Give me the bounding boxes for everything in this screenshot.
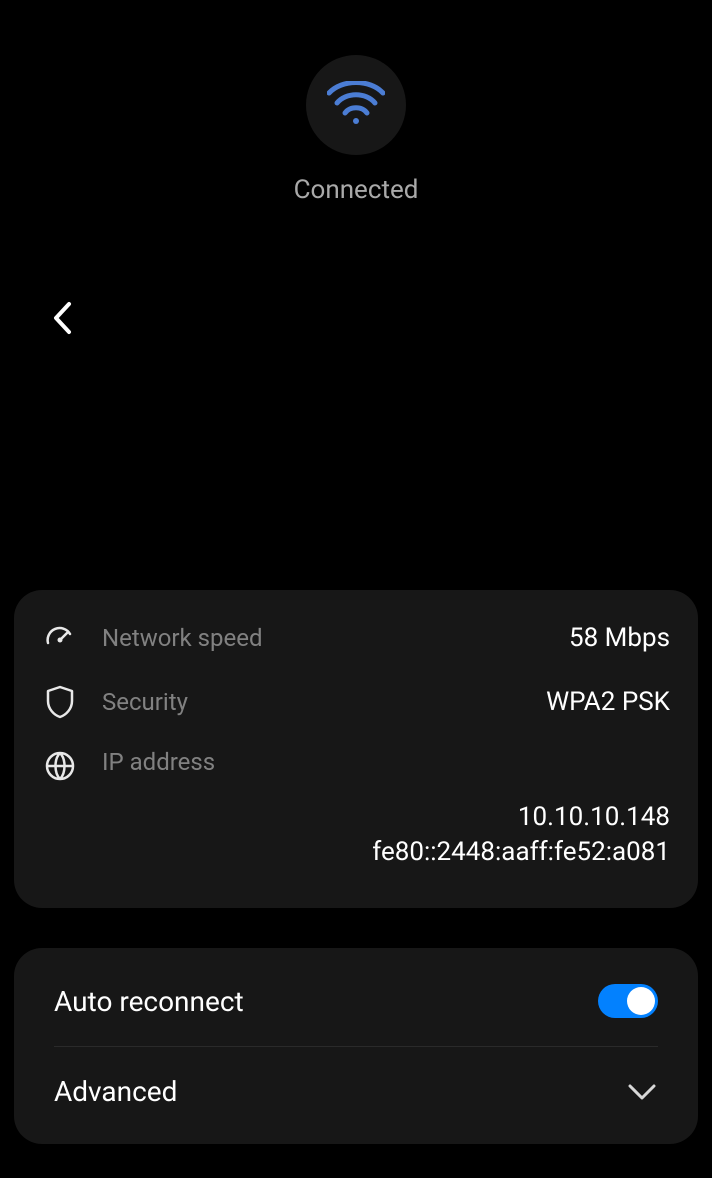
chevron-left-icon: [52, 301, 72, 339]
settings-card: Auto reconnect Advanced: [14, 948, 698, 1144]
wifi-icon-circle: [306, 55, 406, 155]
security-row: Security WPA2 PSK: [42, 684, 670, 720]
shield-icon: [42, 684, 78, 720]
speed-icon: [42, 620, 78, 656]
auto-reconnect-row[interactable]: Auto reconnect: [42, 956, 670, 1046]
ip-address-row: IP address: [42, 748, 670, 784]
security-label: Security: [102, 688, 546, 716]
wifi-icon: [327, 81, 385, 129]
back-button[interactable]: [42, 300, 82, 340]
network-speed-value: 58 Mbps: [569, 623, 670, 653]
network-info-card: Network speed 58 Mbps Security WPA2 PSK …: [14, 590, 698, 908]
advanced-row[interactable]: Advanced: [42, 1047, 670, 1136]
globe-icon: [42, 748, 78, 784]
security-value: WPA2 PSK: [546, 687, 670, 717]
ip-address-label: IP address: [102, 748, 670, 776]
auto-reconnect-label: Auto reconnect: [54, 985, 244, 1018]
advanced-label: Advanced: [54, 1075, 177, 1108]
network-speed-row: Network speed 58 Mbps: [42, 620, 670, 656]
auto-reconnect-toggle[interactable]: [598, 984, 658, 1018]
ip-v4-value: 10.10.10.148: [42, 800, 670, 835]
ip-address-values: 10.10.10.148 fe80::2448:aaff:fe52:a081: [42, 800, 670, 870]
network-speed-label: Network speed: [102, 624, 569, 652]
toggle-knob: [627, 987, 655, 1015]
ip-v6-value: fe80::2448:aaff:fe52:a081: [42, 835, 670, 870]
header-section: Connected: [0, 0, 712, 205]
connection-status: Connected: [0, 175, 712, 205]
chevron-down-icon: [626, 1076, 658, 1108]
